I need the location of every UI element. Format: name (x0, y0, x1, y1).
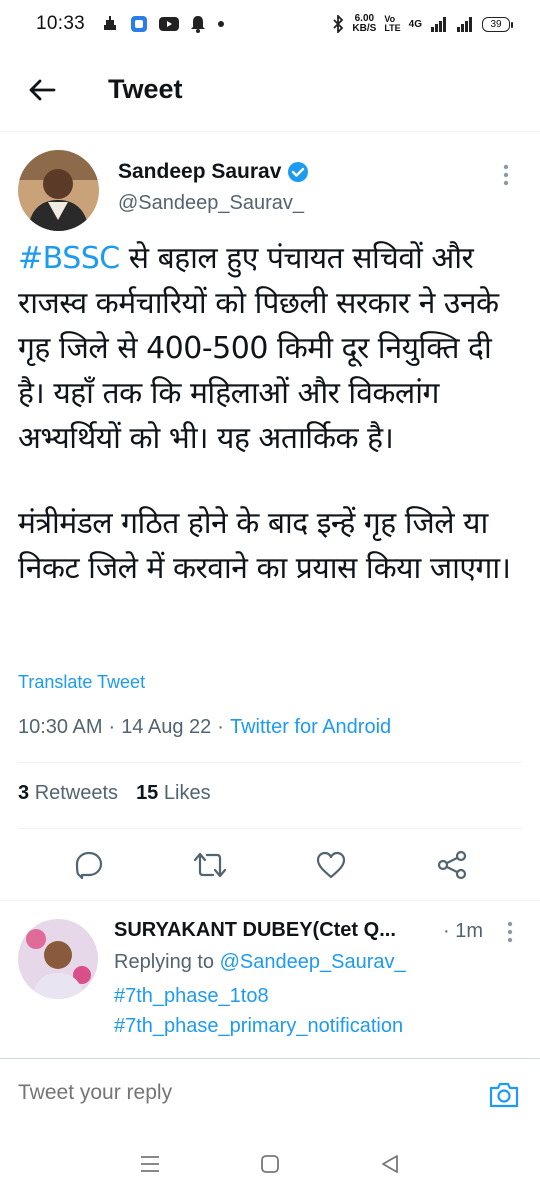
reply-icon (75, 851, 102, 880)
like-button[interactable] (307, 841, 355, 889)
reply-button[interactable] (65, 841, 113, 889)
tweet-meta: 10:30 AM · 14 Aug 22 · Twitter for Andro… (18, 716, 391, 739)
network-type: 4G (408, 18, 422, 30)
net-speed: 6.00 KB/S (352, 13, 377, 34)
page-title: Tweet (108, 74, 183, 104)
tweet-more-button[interactable] (494, 160, 518, 190)
volte-icon: Vo LTE (384, 14, 401, 33)
translate-tweet-link[interactable]: Translate Tweet (18, 672, 145, 693)
status-right: 6.00 KB/S Vo LTE 4G 39 (332, 13, 513, 34)
status-time: 10:33 (36, 13, 86, 34)
menu-nav-button[interactable] (125, 1139, 175, 1189)
tweet-time: 10:30 AM (18, 716, 103, 738)
likes-stat[interactable]: 15 Likes (136, 782, 211, 805)
menu-icon (141, 1156, 159, 1172)
reply-hashtag[interactable]: #7th_phase_primary_notification (114, 1015, 403, 1038)
back-nav-button[interactable] (365, 1139, 415, 1189)
replying-to: Replying to @Sandeep_Saurav_ (114, 951, 406, 973)
home-nav-button[interactable] (245, 1139, 295, 1189)
reply-hashtag[interactable]: #7th_phase_1to8 (114, 985, 269, 1008)
camera-icon (489, 1082, 519, 1108)
camera-button[interactable] (486, 1077, 522, 1113)
heart-icon (316, 851, 345, 879)
author-avatar[interactable] (18, 150, 99, 231)
reply-composer (0, 1058, 540, 1128)
tweet-text: #BSSC से बहाल हुए पंचायत सचिवों और राजस्… (18, 236, 522, 591)
reply-input[interactable] (18, 1081, 458, 1105)
retweet-icon (193, 852, 226, 878)
meta-separator: · (217, 716, 224, 738)
reply-tweet[interactable]: SURYAKANT DUBEY(Ctet Q... · 1m Replying … (0, 900, 540, 1058)
share-icon (437, 850, 466, 880)
app-notification-icon (130, 15, 148, 33)
retweet-button[interactable] (186, 841, 234, 889)
tweet-author: Sandeep Saurav @Sandeep_Saurav_ (18, 150, 522, 231)
signal-icon-1 (430, 16, 448, 32)
app-header: Tweet (0, 48, 540, 132)
meta-separator: · (108, 716, 116, 738)
mention-link[interactable]: @Sandeep_Saurav_ (220, 951, 406, 973)
reply-time: · 1m (443, 920, 483, 942)
divider (18, 762, 522, 763)
tweet-date: 14 Aug 22 (121, 716, 212, 738)
back-button[interactable] (12, 60, 72, 120)
youtube-icon (159, 16, 180, 32)
more-vertical-icon (503, 164, 509, 186)
share-button[interactable] (428, 841, 476, 889)
bluetooth-icon (332, 15, 344, 33)
verified-badge-icon (288, 162, 309, 182)
hashtag-link[interactable]: #BSSC (18, 241, 120, 276)
tweet-paragraph-2: मंत्रीमंडल गठित होने के बाद इन्हें गृह ज… (18, 506, 511, 586)
notification-icons (101, 15, 225, 33)
tweet-actions (0, 840, 540, 890)
retweets-stat[interactable]: 3 Retweets (18, 782, 118, 805)
system-nav-bar (0, 1128, 540, 1200)
more-vertical-icon (507, 921, 513, 943)
tweet-source-link[interactable]: Twitter for Android (230, 716, 391, 739)
home-square-icon (261, 1155, 279, 1173)
battery-indicator: 39 (482, 16, 513, 32)
author-name[interactable]: Sandeep Saurav (118, 160, 281, 184)
divider (18, 828, 522, 829)
status-bar: 10:33 6.00 KB/S Vo LTE 4G 39 (0, 0, 540, 48)
reply-more-button[interactable] (498, 917, 522, 947)
signal-icon-2 (456, 16, 474, 32)
government-app-icon (101, 15, 119, 33)
author-handle[interactable]: @Sandeep_Saurav_ (118, 192, 309, 215)
bell-icon (190, 15, 206, 33)
dot-icon (217, 20, 225, 28)
back-triangle-icon (382, 1155, 398, 1173)
tweet-stats: 3 Retweets 15 Likes (18, 782, 211, 805)
reply-author-name[interactable]: SURYAKANT DUBEY(Ctet Q... (114, 919, 434, 942)
tweet-paragraph-1: #BSSC से बहाल हुए पंचायत सचिवों और राजस्… (18, 241, 499, 456)
reply-author-avatar[interactable] (18, 919, 98, 999)
arrow-left-icon (29, 79, 56, 100)
